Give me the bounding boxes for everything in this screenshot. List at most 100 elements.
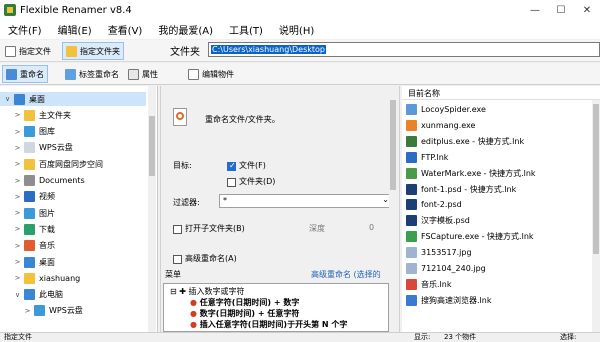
file-item[interactable]: xunmang.exe — [406, 118, 475, 133]
file-scroll-thumb[interactable] — [593, 104, 599, 254]
file-item[interactable]: FSCapture.exe - 快捷方式.lnk — [406, 229, 534, 244]
menu-tree-item[interactable]: ● 任意字符(日期时间) + 数字 — [190, 297, 299, 308]
tree-item-label: 百度网盘同步空间 — [39, 159, 103, 169]
tag-icon — [65, 68, 76, 80]
folder-icon — [24, 240, 35, 252]
file-item[interactable]: WaterMark.exe - 快捷方式.lnk — [406, 166, 536, 181]
chevron-right-icon[interactable]: > — [14, 242, 21, 250]
file-name: FTP.lnk — [421, 152, 449, 162]
menu-tree-root[interactable]: ⊟ ✚ 插入数字或字符 — [170, 286, 245, 297]
filter-dropdown[interactable]: * ⌄ — [219, 194, 393, 208]
menu-tree-item[interactable]: ● 数字(日期时间) + 任意字符 — [190, 308, 299, 319]
chevron-right-icon[interactable]: > — [14, 209, 21, 217]
edit-items-button[interactable]: 编辑物件 — [185, 65, 237, 83]
chevron-right-icon[interactable]: > — [24, 307, 31, 315]
file-checkbox-label: 文件(F) — [239, 161, 266, 170]
rename-mode-button[interactable]: 重命名 — [2, 65, 48, 83]
tree-item[interactable]: > xiashuang — [0, 271, 146, 285]
attributes-button[interactable]: 属性 — [125, 65, 161, 83]
tree-item-label: 视频 — [39, 192, 55, 202]
chevron-right-icon[interactable]: > — [14, 193, 21, 201]
file-item[interactable]: 搜狗高速浏览器.lnk — [406, 293, 491, 308]
file-checkbox[interactable] — [227, 161, 236, 171]
folder-path-input[interactable]: C:\Users\xiashuang\Desktop — [208, 42, 600, 57]
folder-icon — [24, 207, 35, 219]
tree-item[interactable]: > 图库 — [0, 125, 146, 139]
file-list-scrollbar[interactable] — [592, 100, 600, 332]
file-item[interactable]: LocoySpider.exe — [406, 102, 486, 117]
tree-item[interactable]: > 桌面 — [0, 255, 146, 269]
file-name: font-1.psd - 快捷方式.lnk — [421, 184, 517, 194]
chevron-right-icon[interactable]: > — [14, 177, 21, 185]
tree-item[interactable]: > 下载 — [0, 222, 146, 236]
maximize-button[interactable]: ☐ — [548, 0, 574, 20]
rename-scroll-thumb[interactable] — [390, 100, 396, 190]
specify-file-button[interactable]: 指定文件 — [2, 42, 54, 60]
chevron-down-icon[interactable]: ∨ — [4, 95, 11, 103]
menu-help[interactable]: 说明(H) — [279, 22, 314, 37]
folder-icon — [24, 142, 35, 154]
folder-icon — [24, 109, 35, 121]
specify-folder-button[interactable]: 指定文件夹 — [62, 42, 124, 60]
tree-item[interactable]: > 视频 — [0, 190, 146, 204]
close-button[interactable]: ✕ — [574, 0, 600, 20]
window-title: Flexible Renamer v8.4 — [20, 4, 132, 16]
open-subfolder-checkbox[interactable] — [173, 225, 182, 234]
chevron-down-icon[interactable]: ∨ — [14, 291, 21, 299]
tree-item[interactable]: ∨ 此电脑 — [0, 288, 146, 302]
tree-scrollbar[interactable] — [148, 86, 156, 332]
chevron-right-icon[interactable]: > — [14, 258, 21, 266]
tree-item[interactable]: ∨ 桌面 — [0, 92, 146, 106]
file-item[interactable]: FTP.lnk — [406, 150, 448, 165]
attributes-label: 属性 — [142, 69, 158, 79]
menu-favorites[interactable]: 我的最爱(A) — [158, 22, 213, 37]
menu-tools[interactable]: 工具(T) — [229, 22, 263, 37]
file-icon — [406, 278, 417, 290]
menu-edit[interactable]: 编辑(E) — [58, 22, 92, 37]
tree-item[interactable]: > 百度网盘同步空间 — [0, 157, 146, 171]
rename-mode-label: 重命名 — [20, 69, 44, 79]
folder-icon — [24, 158, 35, 170]
file-item[interactable]: editplus.exe - 快捷方式.lnk — [406, 134, 524, 149]
tree-scroll-thumb[interactable] — [149, 116, 155, 176]
file-item[interactable]: font-1.psd - 快捷方式.lnk — [406, 182, 516, 197]
file-item[interactable]: 汉字模板.psd — [406, 213, 470, 228]
status-count: 23 个物件 — [444, 333, 477, 341]
file-item[interactable]: 音乐.lnk — [406, 277, 451, 292]
tree-item[interactable]: > 图片 — [0, 206, 146, 220]
chevron-right-icon[interactable]: > — [14, 111, 21, 119]
file-item[interactable]: 712104_240.jpg — [406, 261, 486, 276]
menu-file[interactable]: 文件(F) — [8, 22, 42, 37]
folder-path-text: C:\Users\xiashuang\Desktop — [211, 45, 326, 54]
minimize-button[interactable]: — — [522, 0, 548, 20]
tree-item[interactable]: > 音乐 — [0, 239, 146, 253]
file-icon — [406, 104, 417, 115]
folder-icon — [24, 126, 35, 138]
file-name: xunmang.exe — [421, 120, 476, 130]
file-list-header[interactable]: 目前名称 — [408, 88, 440, 99]
chevron-right-icon[interactable]: > — [14, 274, 21, 282]
rename-panel-scrollbar[interactable] — [389, 86, 397, 332]
chevron-right-icon[interactable]: > — [14, 160, 21, 168]
file-name: 搜狗高速浏览器.lnk — [421, 295, 492, 305]
chevron-right-icon[interactable]: > — [14, 128, 21, 136]
tree-item[interactable]: > WPS云盘 — [0, 141, 146, 155]
chevron-right-icon[interactable]: > — [14, 144, 21, 152]
tag-rename-button[interactable]: 标签重命名 — [62, 65, 122, 83]
menu-tree-item[interactable]: ● 插入任意字符(日期时间)于开头第 N 个字 — [190, 319, 347, 330]
depth-value[interactable]: 0 — [369, 223, 374, 232]
chevron-down-icon: ⌄ — [382, 195, 389, 204]
tree-item-label: 图库 — [39, 127, 55, 137]
tree-item[interactable]: > Documents — [0, 174, 146, 188]
tree-item[interactable]: > WPS云盘 — [0, 304, 146, 318]
folder-checkbox[interactable] — [227, 178, 236, 187]
file-item[interactable]: font-2.psd — [406, 197, 462, 212]
tree-item-label: 图片 — [39, 208, 55, 218]
advanced-rename-checkbox[interactable] — [173, 255, 182, 264]
chevron-right-icon[interactable]: > — [14, 225, 21, 233]
tree-item[interactable]: > 主文件夹 — [0, 108, 146, 122]
menu-bar: 文件(F) 编辑(E) 查看(V) 我的最爱(A) 工具(T) 说明(H) — [0, 20, 600, 39]
file-item[interactable]: 3153517.jpg — [406, 245, 472, 260]
advanced-rename-link[interactable]: 高级重命名 (选择的 — [311, 269, 381, 280]
menu-view[interactable]: 查看(V) — [108, 22, 143, 37]
